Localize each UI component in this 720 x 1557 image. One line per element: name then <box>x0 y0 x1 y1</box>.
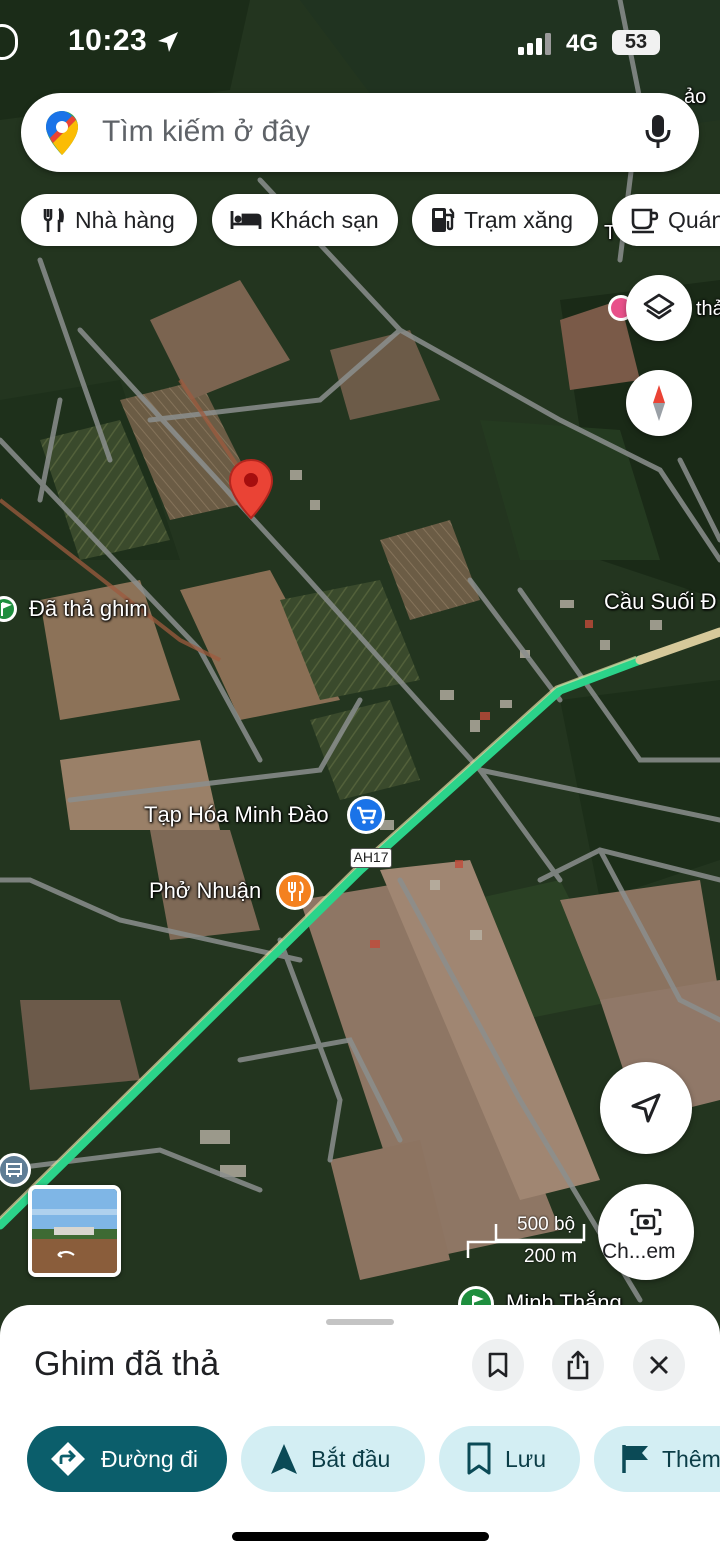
scale-imperial: 500 bộ <box>517 1214 576 1235</box>
hotel-icon <box>230 207 262 233</box>
close-button[interactable] <box>633 1339 685 1391</box>
close-icon <box>650 1356 668 1374</box>
chip-label: Nhà hàng <box>75 206 175 233</box>
place-bottom-sheet: Ghim đã thả Đường đi Bắt đầu Lưu Thêm <box>0 1305 720 1557</box>
directions-icon <box>49 1440 87 1478</box>
flag-icon <box>620 1443 650 1475</box>
chip-label: Quán <box>668 206 720 233</box>
layers-button[interactable] <box>626 275 692 341</box>
highway-shield: AH17 <box>350 848 392 868</box>
chip-hotels[interactable]: Khách sạn <box>212 194 398 246</box>
compass-icon <box>653 385 665 421</box>
lens-button[interactable] <box>598 1184 694 1280</box>
chip-coffee[interactable]: Quán <box>612 194 720 246</box>
coffee-icon <box>630 206 660 234</box>
lens-label[interactable]: Ch...em <box>602 1240 676 1264</box>
scale-metric: 200 m <box>524 1246 577 1267</box>
save-button[interactable]: Lưu <box>439 1426 580 1492</box>
sheet-title: Ghim đã thả <box>34 1345 220 1383</box>
status-time: 10:23 <box>68 24 148 57</box>
more-label: Thêm <box>662 1445 720 1472</box>
street-view-image <box>32 1189 117 1273</box>
bookmark-outline-icon <box>488 1352 508 1378</box>
save-label: Lưu <box>505 1445 546 1472</box>
transit-station-icon[interactable] <box>0 1150 36 1190</box>
restaurant-icon <box>39 206 67 234</box>
camera-lens-icon <box>630 1208 662 1236</box>
cellular-signal-icon <box>518 33 551 55</box>
saved-flag-marker[interactable] <box>0 593 20 627</box>
app-switch-indicator <box>0 24 18 60</box>
map-label-store[interactable]: Tạp Hóa Minh Đào <box>144 802 329 828</box>
chip-gas-stations[interactable]: Trạm xăng <box>412 194 598 246</box>
battery-indicator: 53 <box>612 30 660 55</box>
share-icon <box>567 1350 589 1380</box>
chip-label: Khách sạn <box>270 206 379 233</box>
start-label: Bắt đầu <box>311 1445 391 1472</box>
shopping-cart-icon[interactable] <box>345 794 387 836</box>
directions-button[interactable]: Đường đi <box>27 1426 227 1492</box>
map-label-bridge[interactable]: Cầu Suối Đ <box>604 589 717 615</box>
home-indicator[interactable] <box>232 1532 489 1541</box>
chip-restaurants[interactable]: Nhà hàng <box>21 194 197 246</box>
more-button[interactable]: Thêm <box>594 1426 720 1492</box>
my-location-button[interactable] <box>600 1062 692 1154</box>
google-maps-logo-icon <box>46 111 78 155</box>
map-label-restaurant[interactable]: Phở Nhuận <box>149 878 261 904</box>
restaurant-marker-icon[interactable] <box>274 870 316 912</box>
location-arrow-icon <box>158 32 178 52</box>
layers-icon <box>643 293 675 320</box>
bookmark-icon <box>465 1442 493 1476</box>
map-label-dropped-pin[interactable]: Đã thả ghim <box>29 596 148 622</box>
street-view-thumbnail[interactable] <box>28 1185 121 1277</box>
map-label-right-edge[interactable]: thả <box>696 298 720 321</box>
navigation-arrow-icon <box>269 1442 299 1476</box>
microphone-icon[interactable] <box>643 113 673 151</box>
dropped-pin-marker[interactable] <box>228 458 274 520</box>
compass-button[interactable] <box>626 370 692 436</box>
gas-station-icon <box>430 205 456 235</box>
start-button[interactable]: Bắt đầu <box>241 1426 425 1492</box>
save-bookmark-button[interactable] <box>472 1339 524 1391</box>
network-type: 4G <box>566 30 599 57</box>
chip-label: Trạm xăng <box>464 206 574 233</box>
navigation-arrow-outline-icon <box>631 1093 661 1123</box>
status-bar: 10:23 4G 53 <box>0 0 720 86</box>
directions-label: Đường đi <box>101 1445 198 1472</box>
share-button[interactable] <box>552 1339 604 1391</box>
search-input[interactable]: Tìm kiếm ở đây <box>102 115 310 149</box>
search-bar[interactable]: Tìm kiếm ở đây <box>21 93 699 172</box>
sheet-drag-handle[interactable] <box>326 1319 394 1325</box>
